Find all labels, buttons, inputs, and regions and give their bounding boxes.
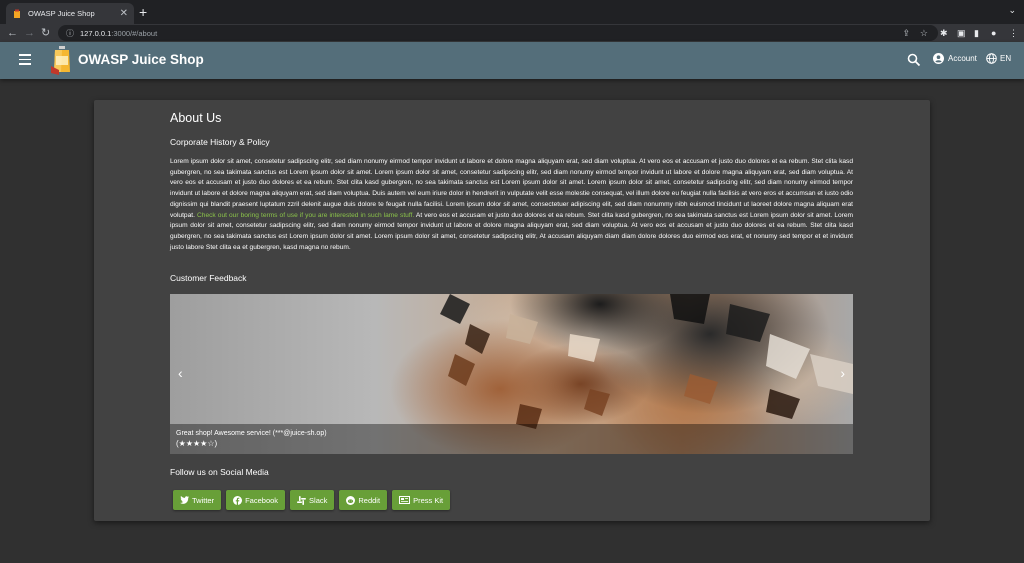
newspaper-icon [399, 496, 411, 504]
new-tab-icon[interactable]: + [139, 4, 147, 20]
reddit-icon [346, 495, 356, 505]
history-text: Lorem ipsum dolor sit amet, consetetur s… [170, 157, 853, 253]
carousel-next-button[interactable]: › [840, 366, 845, 380]
account-circle-icon [933, 53, 944, 64]
globe-icon [986, 53, 997, 64]
url-path: :3000/#/about [111, 28, 158, 38]
app-toolbar: OWASP Juice Shop Account EN [0, 42, 1024, 79]
feedback-rating: (★★★★☆) [176, 439, 218, 448]
site-info-icon[interactable]: ⓘ [66, 28, 74, 39]
extensions-icon[interactable]: ✱ [940, 26, 948, 40]
hamburger-menu-icon[interactable] [19, 54, 31, 66]
feedback-comment: Great shop! Awesome service! (***@juice-… [176, 430, 327, 437]
facebook-icon [233, 495, 243, 505]
browser-tab[interactable]: OWASP Juice Shop ✕ [6, 3, 134, 24]
slack-label: Slack [309, 495, 328, 505]
browser-toolbar: ← → ↻ ⓘ 127.0.0.1:3000/#/about ⇪ ☆ ✱ ▣ ▮… [0, 24, 1024, 42]
social-buttons: Twitter Facebook Slack Reddit Press Kit [173, 490, 455, 510]
tab-close-icon[interactable]: ✕ [120, 8, 128, 19]
twitter-button[interactable]: Twitter [173, 490, 222, 510]
tab-search-chevron-icon[interactable]: ⌄ [1008, 5, 1016, 16]
profile-icon[interactable]: ● [991, 26, 996, 40]
history-text-part1: Lorem ipsum dolor sit amet, consetetur s… [170, 158, 853, 219]
language-label: EN [1000, 54, 1012, 63]
terms-of-use-link[interactable]: Check out our boring terms of use if you… [197, 212, 414, 219]
reddit-label: Reddit [358, 495, 381, 505]
feedback-carousel[interactable]: ‹ › Great shop! Awesome service! (***@ju… [170, 294, 853, 454]
browser-tab-title: OWASP Juice Shop [28, 9, 95, 18]
language-button[interactable]: EN [986, 53, 1011, 64]
share-icon[interactable]: ⇪ [902, 28, 910, 39]
url-host: 127.0.0.1 [80, 28, 112, 38]
facebook-button[interactable]: Facebook [226, 490, 286, 510]
twitter-icon [180, 496, 189, 504]
app-title[interactable]: OWASP Juice Shop [78, 52, 204, 67]
slack-icon [297, 495, 307, 505]
search-icon[interactable] [907, 53, 921, 67]
facebook-label: Facebook [245, 495, 279, 505]
press-kit-label: Press Kit [413, 495, 444, 505]
carousel-prev-button[interactable]: ‹ [178, 366, 183, 380]
page-title: About Us [170, 111, 222, 125]
browser-tab-bar: OWASP Juice Shop ✕ + ⌄ [0, 0, 1024, 24]
history-heading: Corporate History & Policy [170, 137, 270, 147]
browser-menu-icon[interactable]: ⋮ [1009, 26, 1018, 40]
feedback-caption: Great shop! Awesome service! (***@juice-… [170, 424, 853, 454]
account-label: Account [948, 54, 977, 63]
forward-icon[interactable]: → [24, 25, 35, 41]
social-media-heading: Follow us on Social Media [170, 467, 269, 477]
reddit-button[interactable]: Reddit [339, 490, 388, 510]
back-icon[interactable]: ← [7, 25, 18, 41]
bookmark-star-icon[interactable]: ☆ [920, 28, 928, 39]
readinglist-icon[interactable]: ▮ [974, 26, 979, 40]
account-button[interactable]: Account [933, 53, 977, 64]
juice-shop-favicon-icon [14, 9, 20, 18]
about-card: About Us Corporate History & Policy Lore… [94, 100, 930, 521]
slack-button[interactable]: Slack [290, 490, 335, 510]
reload-icon[interactable]: ↻ [41, 25, 50, 41]
customer-feedback-heading: Customer Feedback [170, 273, 247, 283]
twitter-label: Twitter [192, 495, 215, 505]
juice-shop-logo-icon[interactable] [50, 46, 74, 75]
address-bar[interactable]: ⓘ 127.0.0.1:3000/#/about ⇪ ☆ [58, 25, 938, 41]
side-panel-icon[interactable]: ▣ [957, 26, 966, 40]
press-kit-button[interactable]: Press Kit [392, 490, 451, 510]
